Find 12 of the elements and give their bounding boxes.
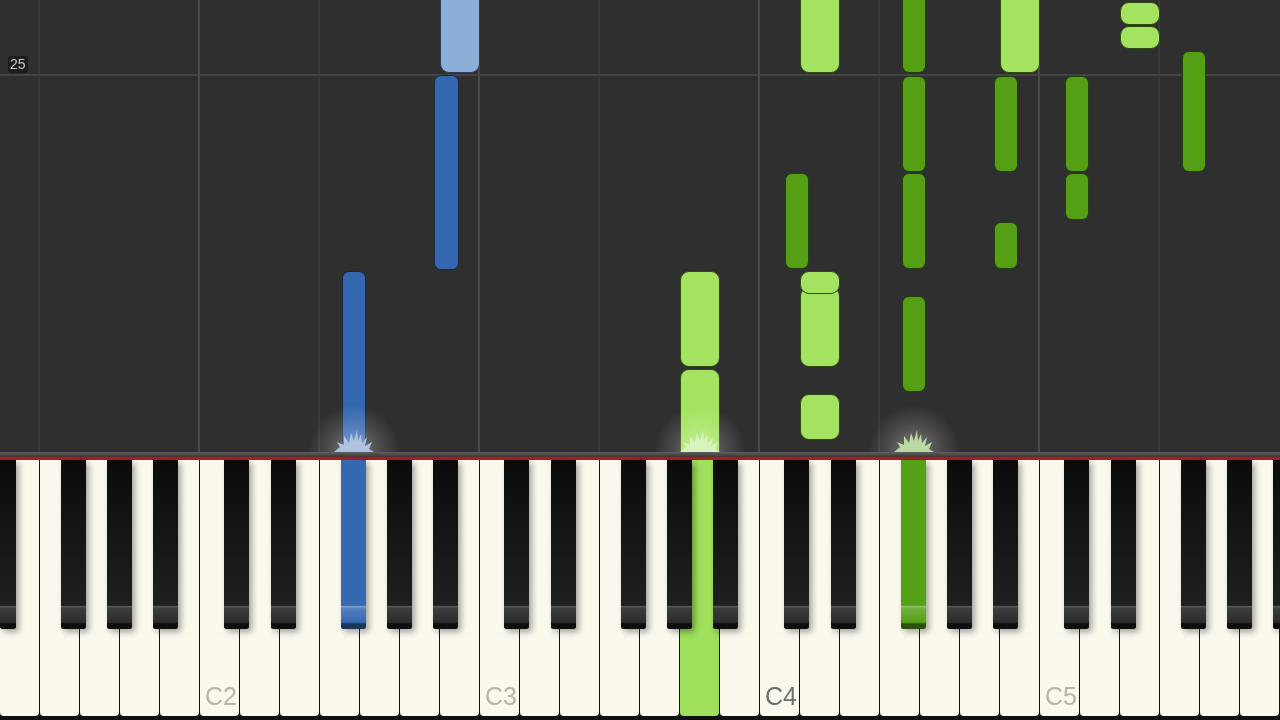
note-bar <box>800 394 840 440</box>
note-bar <box>1120 2 1160 25</box>
measure-number: 25 <box>8 56 28 73</box>
octave-label: C2 <box>205 684 237 709</box>
octave-label: C5 <box>1045 684 1077 709</box>
spark-icon <box>333 430 374 452</box>
spark-icon <box>893 430 934 452</box>
spark-icon <box>680 430 720 452</box>
note-bar <box>994 222 1018 269</box>
octave-label: C3 <box>485 684 517 709</box>
octave-label: C4 <box>765 684 797 709</box>
note-bar <box>1120 26 1160 49</box>
